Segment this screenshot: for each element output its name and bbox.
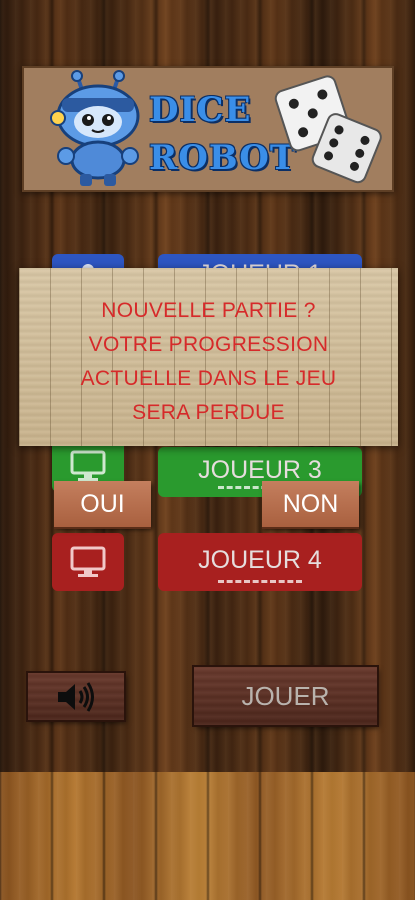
player-4-button[interactable]: JOUEUR 4	[158, 533, 362, 591]
logo-title-line1: DICE	[149, 90, 252, 130]
yes-button-label: OUI	[80, 489, 125, 518]
no-button-label: NON	[282, 489, 339, 518]
new-game-dialog: NOUVELLE PARTIE ? VOTRE PROGRESSION ACTU…	[19, 268, 398, 446]
sound-toggle-button[interactable]	[28, 673, 124, 720]
player-4-name-underline	[218, 580, 302, 583]
dice-icon	[274, 75, 382, 184]
computer-icon	[70, 450, 106, 481]
player-4-type-toggle[interactable]	[52, 533, 124, 591]
robot-mascot-icon	[50, 70, 140, 186]
play-button[interactable]: JOUER	[194, 667, 377, 725]
wood-floor	[0, 772, 415, 900]
computer-icon	[70, 546, 106, 577]
player-4-label: JOUEUR 4	[198, 545, 322, 574]
no-button[interactable]: NON	[262, 481, 359, 527]
dialog-message: NOUVELLE PARTIE ? VOTRE PROGRESSION ACTU…	[80, 299, 337, 424]
speaker-icon	[58, 681, 94, 712]
yes-button[interactable]: OUI	[54, 481, 151, 527]
play-button-label: JOUER	[241, 680, 330, 711]
game-logo: DICE ROBOT	[22, 66, 394, 192]
